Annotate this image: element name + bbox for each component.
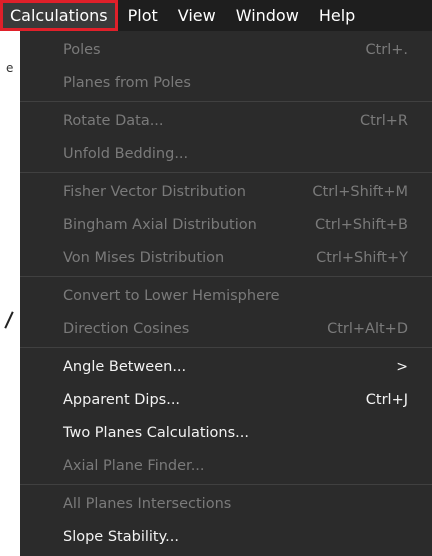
menu-item-poles[interactable]: Poles Ctrl+. xyxy=(20,33,432,66)
menu-item-slope-stability[interactable]: Slope Stability... xyxy=(20,520,432,553)
menu-item-convert-lower-hemisphere[interactable]: Convert to Lower Hemisphere xyxy=(20,279,432,312)
menu-separator xyxy=(20,347,432,348)
menu-item-fisher-vector[interactable]: Fisher Vector Distribution Ctrl+Shift+M xyxy=(20,175,432,208)
menu-item-shortcut: Ctrl+R xyxy=(359,112,408,129)
menu-item-label: Angle Between... xyxy=(63,358,187,375)
menu-item-label: Von Mises Distribution xyxy=(63,249,225,266)
menu-item-axial-plane-finder[interactable]: Axial Plane Finder... xyxy=(20,449,432,482)
menu-bar: Calculations Plot View Window Help xyxy=(0,0,432,31)
menu-item-two-planes[interactable]: Two Planes Calculations... xyxy=(20,416,432,449)
menu-item-label: Apparent Dips... xyxy=(63,391,181,408)
menu-view[interactable]: View xyxy=(168,0,226,31)
menu-item-label: Two Planes Calculations... xyxy=(63,424,250,441)
menu-item-shortcut: Ctrl+Alt+D xyxy=(327,320,408,337)
menu-item-unfold-bedding[interactable]: Unfold Bedding... xyxy=(20,137,432,170)
menu-calculations[interactable]: Calculations xyxy=(0,0,118,31)
menu-item-apparent-dips[interactable]: Apparent Dips... Ctrl+J xyxy=(20,383,432,416)
background-text-fragment: e xyxy=(6,61,14,75)
menu-item-label: All Planes Intersections xyxy=(63,495,232,512)
menu-separator xyxy=(20,276,432,277)
menu-separator xyxy=(20,172,432,173)
menu-item-label: Rotate Data... xyxy=(63,112,164,129)
menu-item-shortcut: Ctrl+J xyxy=(365,391,408,408)
menu-item-direction-cosines[interactable]: Direction Cosines Ctrl+Alt+D xyxy=(20,312,432,345)
menu-item-all-planes-intersections[interactable]: All Planes Intersections xyxy=(20,487,432,520)
calculations-dropdown: Poles Ctrl+. Planes from Poles Rotate Da… xyxy=(20,31,432,556)
background-window: e xyxy=(0,31,20,556)
menu-item-angle-between[interactable]: Angle Between... > xyxy=(20,350,432,383)
menu-item-label: Bingham Axial Distribution xyxy=(63,216,257,233)
menu-item-label: Direction Cosines xyxy=(63,320,190,337)
menu-plot[interactable]: Plot xyxy=(118,0,168,31)
menu-item-label: Convert to Lower Hemisphere xyxy=(63,287,280,304)
menu-item-label: Unfold Bedding... xyxy=(63,145,189,162)
menu-item-von-mises[interactable]: Von Mises Distribution Ctrl+Shift+Y xyxy=(20,241,432,274)
menu-item-shortcut: Ctrl+Shift+Y xyxy=(316,249,408,266)
menu-item-shortcut: Ctrl+. xyxy=(365,41,408,58)
menu-help[interactable]: Help xyxy=(309,0,365,31)
menu-item-label: Poles xyxy=(63,41,101,58)
menu-item-label: Planes from Poles xyxy=(63,74,191,91)
menu-item-rotate-data[interactable]: Rotate Data... Ctrl+R xyxy=(20,104,432,137)
submenu-arrow-icon: > xyxy=(396,358,408,375)
menu-separator xyxy=(20,484,432,485)
menu-item-label: Fisher Vector Distribution xyxy=(63,183,246,200)
menu-item-planes-from-poles[interactable]: Planes from Poles xyxy=(20,66,432,99)
menu-item-shortcut: Ctrl+Shift+B xyxy=(314,216,408,233)
menu-item-shortcut: Ctrl+Shift+M xyxy=(312,183,408,200)
background-line xyxy=(4,311,14,329)
menu-item-label: Axial Plane Finder... xyxy=(63,457,205,474)
menu-item-label: Slope Stability... xyxy=(63,528,179,545)
menu-separator xyxy=(20,101,432,102)
menu-item-bingham-axial[interactable]: Bingham Axial Distribution Ctrl+Shift+B xyxy=(20,208,432,241)
menu-window[interactable]: Window xyxy=(226,0,309,31)
